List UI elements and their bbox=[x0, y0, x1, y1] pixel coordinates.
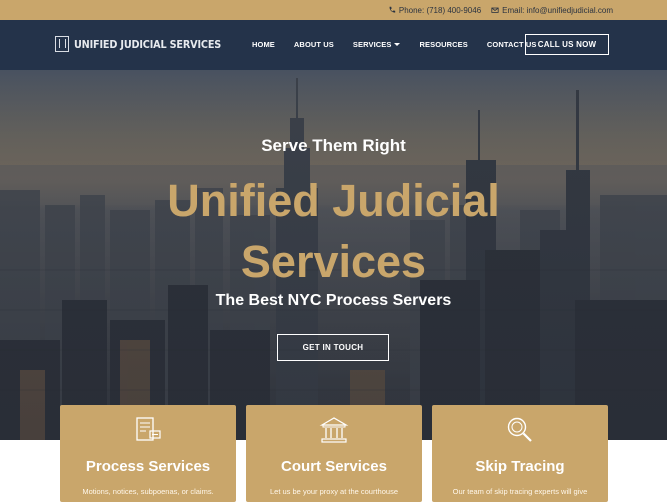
hero-title-line-2: Services bbox=[240, 236, 427, 287]
hero-title: Unified Judicial Services bbox=[0, 170, 667, 292]
chevron-down-icon bbox=[394, 43, 401, 46]
card-description: Our team of skip tracing experts will gi… bbox=[452, 487, 588, 496]
card-description: Motions, notices, subpoenas, or claims. bbox=[82, 487, 214, 496]
nav-item-services[interactable]: SERVICES bbox=[353, 40, 401, 49]
nav-item-resources[interactable]: RESOURCES bbox=[419, 40, 467, 49]
service-card-process-services[interactable]: Process Services Motions, notices, subpo… bbox=[60, 405, 236, 502]
contact-bar: Phone: (718) 400-9046 Email: info@unifie… bbox=[0, 0, 667, 20]
hero-section: Serve Them Right Unified Judicial Servic… bbox=[0, 70, 667, 440]
call-us-now-button[interactable]: CALL US NOW bbox=[525, 34, 609, 55]
service-card-court-services[interactable]: Court Services Let us be your proxy at t… bbox=[246, 405, 422, 502]
magnifier-icon bbox=[507, 417, 532, 442]
logo-mark-icon bbox=[55, 36, 69, 52]
nav-item-label: RESOURCES bbox=[419, 40, 468, 49]
nav-item-label: SERVICES bbox=[352, 40, 392, 49]
card-title: Process Services bbox=[85, 458, 211, 475]
email-text: Email: info@unifiedjudicial.com bbox=[502, 5, 613, 15]
main-navigation: UNIFIED JUDICIAL SERVICES HOME ABOUT US … bbox=[0, 20, 667, 70]
card-description: Let us be your proxy at the courthouse bbox=[270, 487, 398, 496]
site-logo[interactable]: UNIFIED JUDICIAL SERVICES bbox=[55, 36, 241, 52]
nav-menu: HOME ABOUT US SERVICES RESOURCES CONTACT… bbox=[252, 40, 556, 49]
hero-tagline: The Best NYC Process Servers bbox=[215, 292, 452, 309]
card-title: Skip Tracing bbox=[475, 458, 565, 475]
phone-contact[interactable]: Phone: (718) 400-9046 bbox=[388, 6, 481, 15]
service-card-skip-tracing[interactable]: Skip Tracing Our team of skip tracing ex… bbox=[432, 405, 608, 502]
nav-item-label: HOME bbox=[252, 40, 275, 49]
nav-item-label: ABOUT US bbox=[293, 40, 334, 49]
hero-subtitle: Serve Them Right bbox=[261, 136, 406, 155]
phone-text: Phone: (718) 400-9046 bbox=[398, 5, 482, 15]
hero-title-line-1: Unified Judicial bbox=[167, 175, 500, 226]
nav-item-about-us[interactable]: ABOUT US bbox=[294, 40, 334, 49]
courthouse-icon bbox=[319, 417, 349, 443]
nav-item-home[interactable]: HOME bbox=[252, 40, 275, 49]
phone-icon bbox=[389, 6, 396, 13]
email-contact[interactable]: Email: info@unifiedjudicial.com bbox=[491, 6, 613, 15]
card-title: Court Services bbox=[281, 458, 387, 475]
document-stamp-icon bbox=[136, 417, 161, 441]
logo-text: UNIFIED JUDICIAL SERVICES bbox=[74, 37, 222, 51]
envelope-icon bbox=[491, 7, 499, 13]
get-in-touch-button[interactable]: GET IN TOUCH bbox=[277, 334, 389, 361]
